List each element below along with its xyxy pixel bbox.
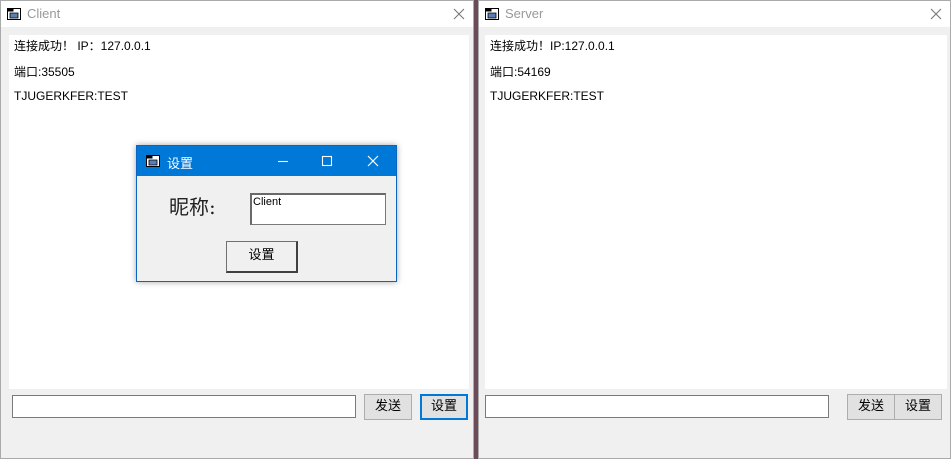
nickname-input[interactable]: Client xyxy=(250,193,386,225)
settings-dialog: 设置 昵称: Client 设置 xyxy=(136,145,397,282)
send-button[interactable]: 发送 xyxy=(364,394,412,420)
maximize-icon[interactable] xyxy=(319,153,335,169)
confirm-settings-button[interactable]: 设置 xyxy=(226,241,298,273)
window-title: Client xyxy=(27,6,61,21)
nickname-label: 昵称: xyxy=(169,195,216,219)
window-icon xyxy=(485,8,499,20)
settings-button[interactable]: 设置 xyxy=(420,394,468,420)
message-input[interactable] xyxy=(12,395,356,418)
client-titlebar[interactable]: Client xyxy=(1,1,473,27)
close-icon[interactable] xyxy=(451,6,467,22)
server-titlebar[interactable]: Server xyxy=(479,1,950,27)
message-line: 端口:35505 xyxy=(14,65,75,79)
message-log: 连接成功！IP:127.0.0.1 端口:54169 TJUGERKFER:TE… xyxy=(485,35,947,389)
window-title: Server xyxy=(505,6,544,21)
send-button[interactable]: 发送 xyxy=(847,394,895,420)
close-icon[interactable] xyxy=(365,153,381,169)
message-line: 端口:54169 xyxy=(490,65,551,79)
close-icon[interactable] xyxy=(928,6,944,22)
window-icon xyxy=(146,155,160,167)
server-window: Server 连接成功！IP:127.0.0.1 端口:54169 TJUGER… xyxy=(478,0,951,459)
dialog-titlebar[interactable]: 设置 xyxy=(137,146,396,176)
message-line: 连接成功！IP:127.0.0.1 xyxy=(490,39,615,53)
message-line: 连接成功！ IP：127.0.0.1 xyxy=(14,39,151,53)
minimize-icon[interactable] xyxy=(275,153,291,169)
message-input[interactable] xyxy=(485,395,829,418)
settings-button[interactable]: 设置 xyxy=(894,394,942,420)
window-icon xyxy=(7,8,21,20)
dialog-title: 设置 xyxy=(167,157,194,172)
message-line: TJUGERKFER:TEST xyxy=(14,89,129,103)
message-line: TJUGERKFER:TEST xyxy=(490,89,605,103)
